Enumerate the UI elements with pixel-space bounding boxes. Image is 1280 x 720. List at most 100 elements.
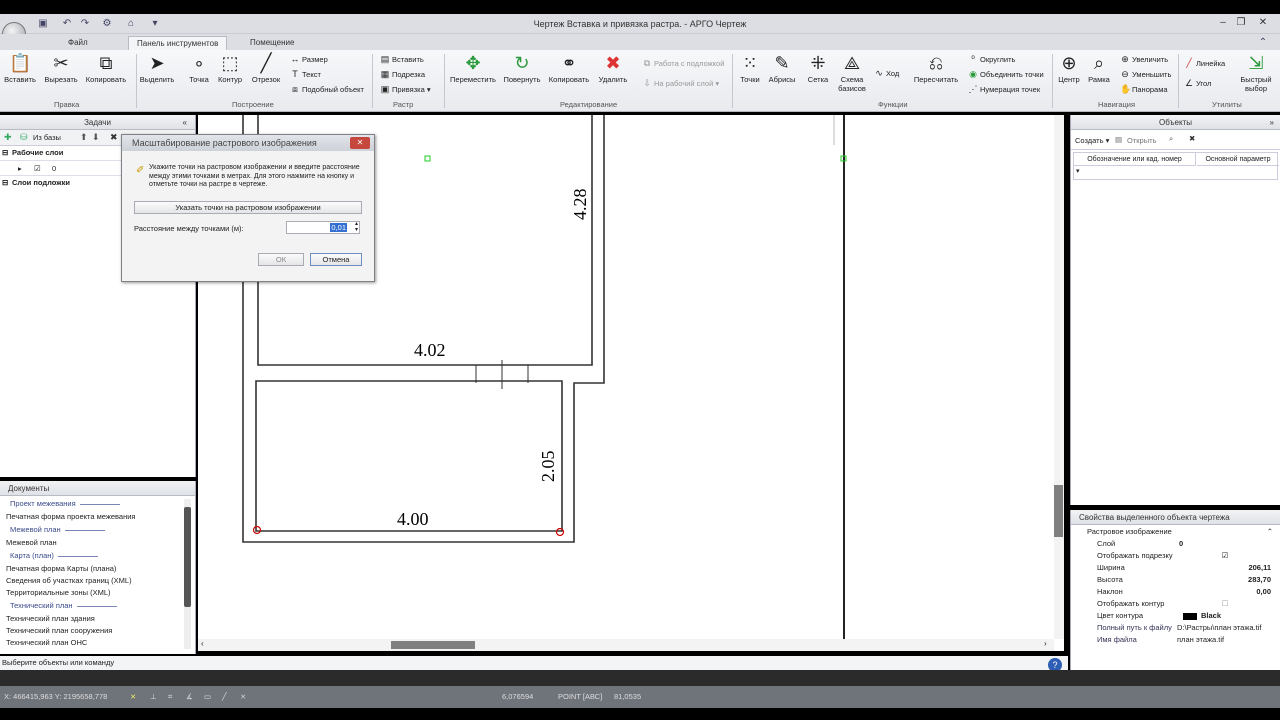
round-button[interactable]: ⁰ Округлить <box>968 54 1015 65</box>
abrises-button[interactable]: ✎ Абрисы <box>766 52 798 84</box>
doc-item[interactable]: Печатная форма проекта межевания <box>0 511 195 523</box>
show-crop-checkbox[interactable]: ☑ <box>1179 550 1271 562</box>
canvas-vertical-scrollbar[interactable] <box>1054 115 1064 639</box>
merge-points-button[interactable]: ◉ Объединить точки <box>968 69 1044 80</box>
raster-underlay-button[interactable]: ▦ Подрезка <box>380 69 425 80</box>
traverse-button[interactable]: ∿ Ход <box>874 68 899 79</box>
property-row[interactable]: Полный путь к файлу D:\Растры\план этажа.… <box>1085 622 1275 634</box>
property-row[interactable]: Цвет контура Black <box>1085 610 1275 622</box>
similar-object-button[interactable]: ⧈ Подобный объект <box>290 84 364 95</box>
tab-file[interactable]: Файл <box>60 36 96 50</box>
documents-scrollbar[interactable] <box>184 499 191 649</box>
show-contour-checkbox[interactable]: ☐ <box>1179 598 1271 610</box>
rotate-button[interactable]: ↻ Повернуть <box>502 52 542 84</box>
size-button[interactable]: ↔ Размер <box>290 54 328 64</box>
canvas-horizontal-scrollbar[interactable]: ‹ › <box>198 639 1054 651</box>
collapse-up-icon[interactable]: ⌃ <box>1267 526 1273 538</box>
angle-button[interactable]: ∠ Угол <box>1184 78 1211 89</box>
quick-select-button[interactable]: ⇲ Быстрый выбор <box>1236 52 1276 93</box>
open-icon[interactable]: ▤ <box>1115 135 1122 144</box>
tab-toolbar[interactable]: Панель инструментов <box>128 36 228 50</box>
property-row[interactable]: Ширина 206,11 <box>1085 562 1275 574</box>
column-header-designation[interactable]: Обозначение или кад. номер <box>1074 153 1196 166</box>
canvas-vscroll-thumb[interactable] <box>1054 485 1063 537</box>
create-dropdown[interactable]: Создать ▾ <box>1075 136 1109 145</box>
remove-icon[interactable]: ✖ <box>110 132 118 143</box>
ribbon-collapse-icon[interactable]: ⌃ <box>1256 36 1270 49</box>
raster-insert-button[interactable]: ▤ Вставить <box>380 54 424 65</box>
property-row[interactable]: Отображать контур ☐ <box>1085 598 1275 610</box>
collapse-right-icon[interactable]: » <box>1270 115 1274 130</box>
layer-visible-checkbox[interactable]: ☑ <box>34 161 41 177</box>
dialog-close-icon[interactable]: ✕ <box>350 137 370 149</box>
doc-item[interactable]: Межевой план <box>0 537 195 549</box>
property-row[interactable]: Слой 0 <box>1085 538 1275 550</box>
layer-toggle-icon[interactable]: ▭ <box>204 692 211 701</box>
grid-button[interactable]: ⁜ Сетка <box>804 52 832 84</box>
distance-input[interactable]: 0,01 ▴ ▾ <box>286 221 360 234</box>
move-down-icon[interactable]: ⬇ <box>92 132 100 143</box>
text-button[interactable]: T Текст <box>290 69 321 79</box>
zoom-in-button[interactable]: ⊕ Увеличить <box>1120 54 1168 65</box>
spinner-down-icon[interactable]: ▾ <box>355 227 358 233</box>
doc-item[interactable]: Сведения об участках границ (XML) <box>0 575 195 587</box>
delete-button[interactable]: ✖ Удалить <box>596 52 630 84</box>
collapse-minus-icon[interactable]: ⊟ <box>2 146 8 160</box>
from-db-icon[interactable]: ⛁ <box>20 132 28 143</box>
search-icon[interactable]: ⌕ <box>1169 134 1173 144</box>
contour-button[interactable]: ⬚ Контур <box>214 52 246 84</box>
move-up-icon[interactable]: ⬆ <box>80 132 88 143</box>
paste-button[interactable]: 📋 Вставить <box>4 52 36 84</box>
to-work-layer-button[interactable]: ⇩ На рабочий слой ▾ <box>642 78 719 89</box>
recalculate-button[interactable]: ⎌ Пересчитать <box>912 52 960 84</box>
from-db-button[interactable]: Из базы <box>33 133 61 142</box>
expand-arrow-icon[interactable]: ▸ <box>18 161 22 177</box>
polar-toggle-icon[interactable]: ∡ <box>186 692 193 701</box>
zoom-out-button[interactable]: ⊖ Уменьшить <box>1120 69 1171 80</box>
filter-icon[interactable]: ▾ <box>1076 167 1080 175</box>
property-row[interactable]: Отображать подрезку ☑ <box>1085 550 1275 562</box>
segment-button[interactable]: ╱ Отрезок <box>248 52 284 84</box>
property-group-raster[interactable]: Растровое изображение ⌃ <box>1085 526 1275 538</box>
edit-copy-button[interactable]: ⚭ Копировать <box>546 52 592 84</box>
cancel-button[interactable]: Отмена <box>310 253 362 266</box>
raster-snap-button[interactable]: ▣ Привязка ▾ <box>380 84 431 95</box>
add-icon[interactable]: ✚ <box>4 132 12 143</box>
basis-schema-button[interactable]: ⟁ Схема базисов <box>834 52 870 93</box>
canvas-hscroll-thumb[interactable] <box>391 641 475 649</box>
move-button[interactable]: ✥ Переместить <box>448 52 498 84</box>
copy-button[interactable]: ⧉ Копировать <box>84 52 128 84</box>
line-toggle-icon[interactable]: ╱ <box>222 692 227 701</box>
scroll-right-icon[interactable]: › <box>1044 639 1047 648</box>
scale-point-marker[interactable] <box>555 527 565 537</box>
ortho-toggle-icon[interactable]: ⊥ <box>150 692 157 701</box>
center-button[interactable]: ⊕ Центр <box>1056 52 1082 84</box>
maximize-icon[interactable]: ❐ <box>1232 16 1250 30</box>
cross-toggle-icon[interactable]: ⨯ <box>240 692 246 701</box>
property-row[interactable]: Высота 283,70 <box>1085 574 1275 586</box>
scale-point-marker[interactable] <box>252 525 262 535</box>
cut-button[interactable]: ✂ Вырезать <box>42 52 80 84</box>
doc-item[interactable]: Технический план ОНС <box>0 637 195 649</box>
close-icon[interactable]: ✕ <box>1254 16 1272 30</box>
select-button[interactable]: ➤ Выделить <box>138 52 176 84</box>
ok-button[interactable]: ОК <box>258 253 304 266</box>
doc-item[interactable]: Технический план здания <box>0 613 195 625</box>
open-button[interactable]: Открыть <box>1127 136 1156 145</box>
property-row[interactable]: Наклон 0,00 <box>1085 586 1275 598</box>
doc-item[interactable]: Печатная форма Карты (плана) <box>0 563 195 575</box>
column-header-parameter[interactable]: Основной параметр <box>1197 153 1279 166</box>
pick-points-button[interactable]: Указать точки на растровом изображении <box>134 201 362 214</box>
doc-item[interactable]: Территориальные зоны (XML) <box>0 587 195 599</box>
collapse-minus-icon[interactable]: ⊟ <box>2 176 8 190</box>
scroll-left-icon[interactable]: ‹ <box>201 639 204 648</box>
delete-object-icon[interactable]: ✖ <box>1189 134 1195 143</box>
points-button[interactable]: ⁙ Точки <box>736 52 764 84</box>
grid-toggle-icon[interactable]: ⌗ <box>168 692 172 702</box>
numbering-button[interactable]: ⋰ Нумерация точек <box>968 84 1041 95</box>
minimize-icon[interactable]: – <box>1214 16 1232 30</box>
point-button[interactable]: ∘ Точка <box>184 52 214 84</box>
pan-button[interactable]: ✋Панорама <box>1120 84 1168 95</box>
collapse-left-icon[interactable]: « <box>183 115 187 130</box>
documents-scroll-thumb[interactable] <box>184 507 191 607</box>
